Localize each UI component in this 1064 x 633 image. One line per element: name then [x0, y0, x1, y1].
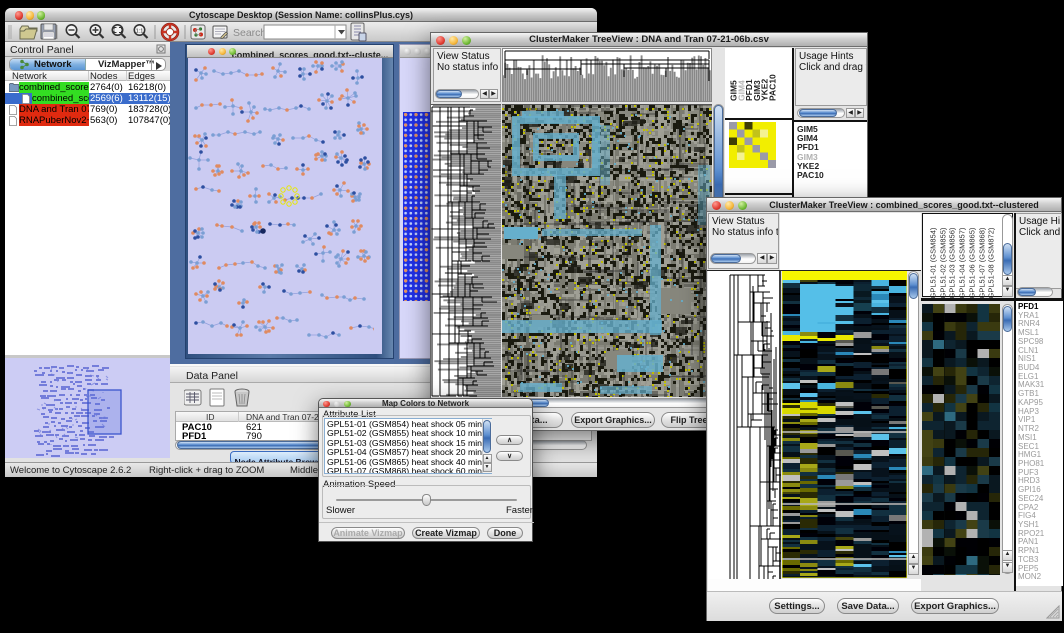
- svg-text:PAC10: PAC10: [767, 74, 777, 101]
- svg-text:1:1: 1:1: [136, 29, 144, 35]
